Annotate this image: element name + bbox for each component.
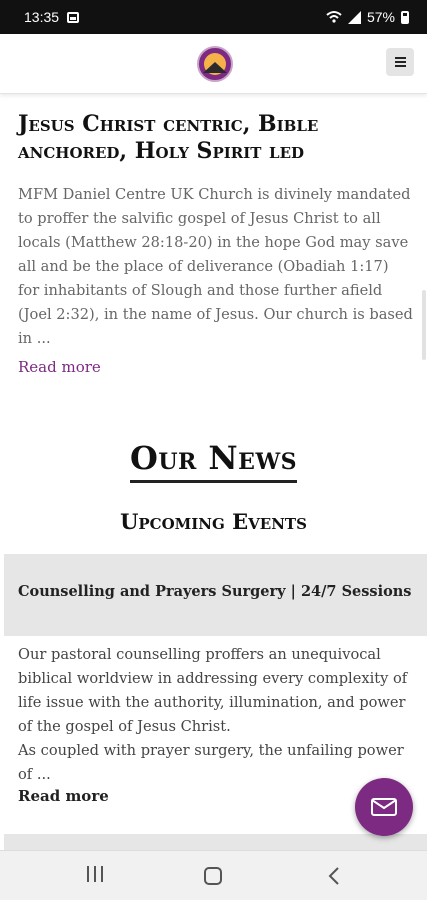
home-icon[interactable] [204,867,222,885]
event-read-more-link[interactable]: Read more [18,787,109,805]
event-title[interactable]: Counselling and Prayers Surgery | 24/7 S… [18,583,411,600]
back-icon[interactable] [325,865,345,887]
next-event-bar [4,834,427,850]
battery-icon [401,10,409,24]
upcoming-events-heading: Upcoming Events [120,509,307,534]
our-news-heading-text: Our News [129,439,298,483]
mail-icon [371,798,397,816]
status-bar: 13:35 57% [0,0,427,34]
contact-mail-button[interactable] [355,778,413,836]
signal-icon [347,10,361,24]
page-content[interactable]: Jesus Christ centric, Bible anchored, Ho… [0,95,427,850]
status-right: 57% [326,9,409,25]
our-news-heading: Our News [0,439,427,483]
logo-mountain [203,62,227,73]
hamburger-menu-icon[interactable] [386,48,414,76]
battery-percent: 57% [366,9,395,25]
system-nav-bar [0,850,427,900]
church-logo[interactable] [197,46,233,82]
mission-title: Jesus Christ centric, Bible anchored, Ho… [18,111,319,164]
recent-apps-icon[interactable] [82,866,108,886]
image-notification-icon [67,11,80,23]
scrollbar-thumb[interactable] [422,290,426,360]
wifi-icon [326,11,342,23]
status-time: 13:35 [24,9,60,25]
event-description: Our pastoral counselling proffers an une… [18,646,408,783]
mission-read-more-link[interactable]: Read more [18,358,101,376]
site-header [0,34,427,94]
mission-text: MFM Daniel Centre UK Church is divinely … [18,186,413,347]
status-left: 13:35 [24,9,80,25]
event-title-bar[interactable]: Counselling and Prayers Surgery | 24/7 S… [4,554,427,636]
